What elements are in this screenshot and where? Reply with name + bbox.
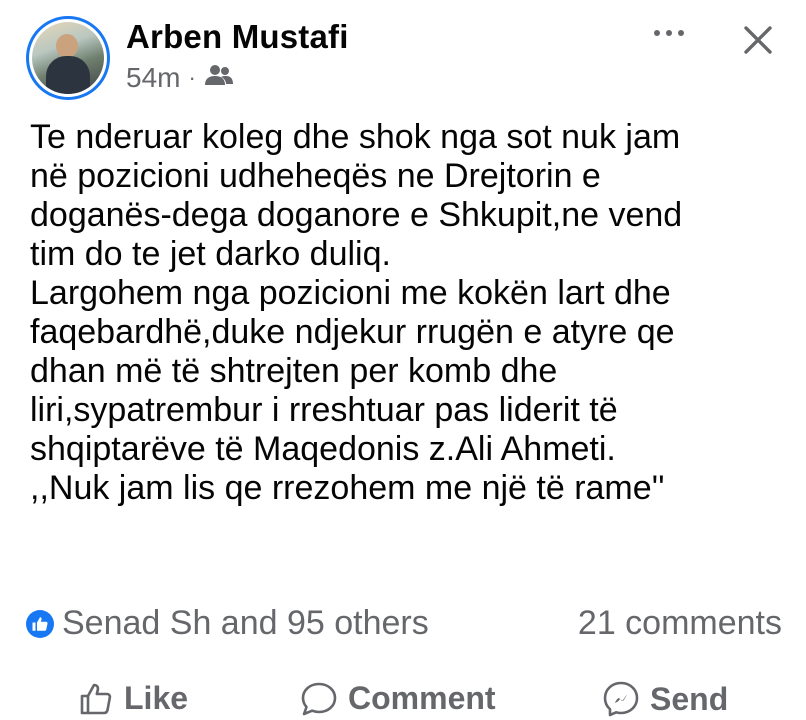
post-text-line: në pozicioni udheheqës ne Drejtorin e	[30, 157, 601, 195]
post-text-line: ,,Nuk jam lis qe rrezohem me një të rame…	[30, 469, 665, 507]
post-text-line: doganës-dega doganore e Shkupit,ne vend	[30, 196, 683, 234]
messenger-icon	[603, 681, 639, 717]
author-name[interactable]: Arben Mustafi	[126, 18, 349, 56]
like-label: Like	[124, 680, 189, 716]
post-text: Te nderuar koleg dhe shok nga sot nuk ja…	[30, 118, 790, 508]
friends-icon	[204, 62, 234, 94]
post-text-line: faqebardhë,duke ndjekur rrugën e atyre q…	[30, 313, 675, 351]
action-bar: Like Comment Send	[0, 670, 806, 720]
reactions-bar: Senad Sh and 95 others 21 comments	[26, 604, 782, 643]
send-label: Send	[650, 680, 729, 717]
comment-button[interactable]: Comment	[300, 680, 496, 717]
profile-photo	[32, 22, 104, 94]
post-text-line: shqiptarëve të Maqedonis z.Ali Ahmeti.	[30, 430, 616, 468]
like-button[interactable]: Like	[78, 680, 188, 717]
post-text-line: tim do te jet darko duliq.	[30, 235, 391, 273]
post-text-line: Te nderuar koleg dhe shok nga sot nuk ja…	[30, 118, 681, 156]
thumbs-up-icon	[80, 683, 112, 714]
post-meta: 54m ·	[126, 62, 234, 94]
close-icon[interactable]	[740, 22, 776, 58]
comments-count[interactable]: 21 comments	[578, 604, 782, 643]
post-text-line: liri,sypatrembur i rreshtuar pas liderit…	[30, 391, 618, 429]
reaction-count-text: Senad Sh and 95 others	[62, 604, 429, 642]
facebook-post: Arben Mustafi 54m · Te nderuar koleg dhe…	[0, 0, 806, 720]
comment-icon	[301, 682, 337, 715]
reaction-summary[interactable]: Senad Sh and 95 others	[26, 604, 429, 643]
more-options-icon[interactable]	[654, 30, 684, 36]
post-time[interactable]: 54m	[126, 62, 180, 94]
comment-label: Comment	[348, 680, 496, 716]
meta-separator: ·	[188, 65, 196, 90]
post-text-line: Largohem nga pozicioni me kokën lart dhe	[30, 274, 671, 312]
post-text-line: dhan më të shtrejten per komb dhe	[30, 352, 558, 390]
avatar[interactable]	[26, 16, 110, 100]
like-reaction-icon	[26, 609, 54, 638]
send-button[interactable]: Send	[602, 680, 728, 718]
